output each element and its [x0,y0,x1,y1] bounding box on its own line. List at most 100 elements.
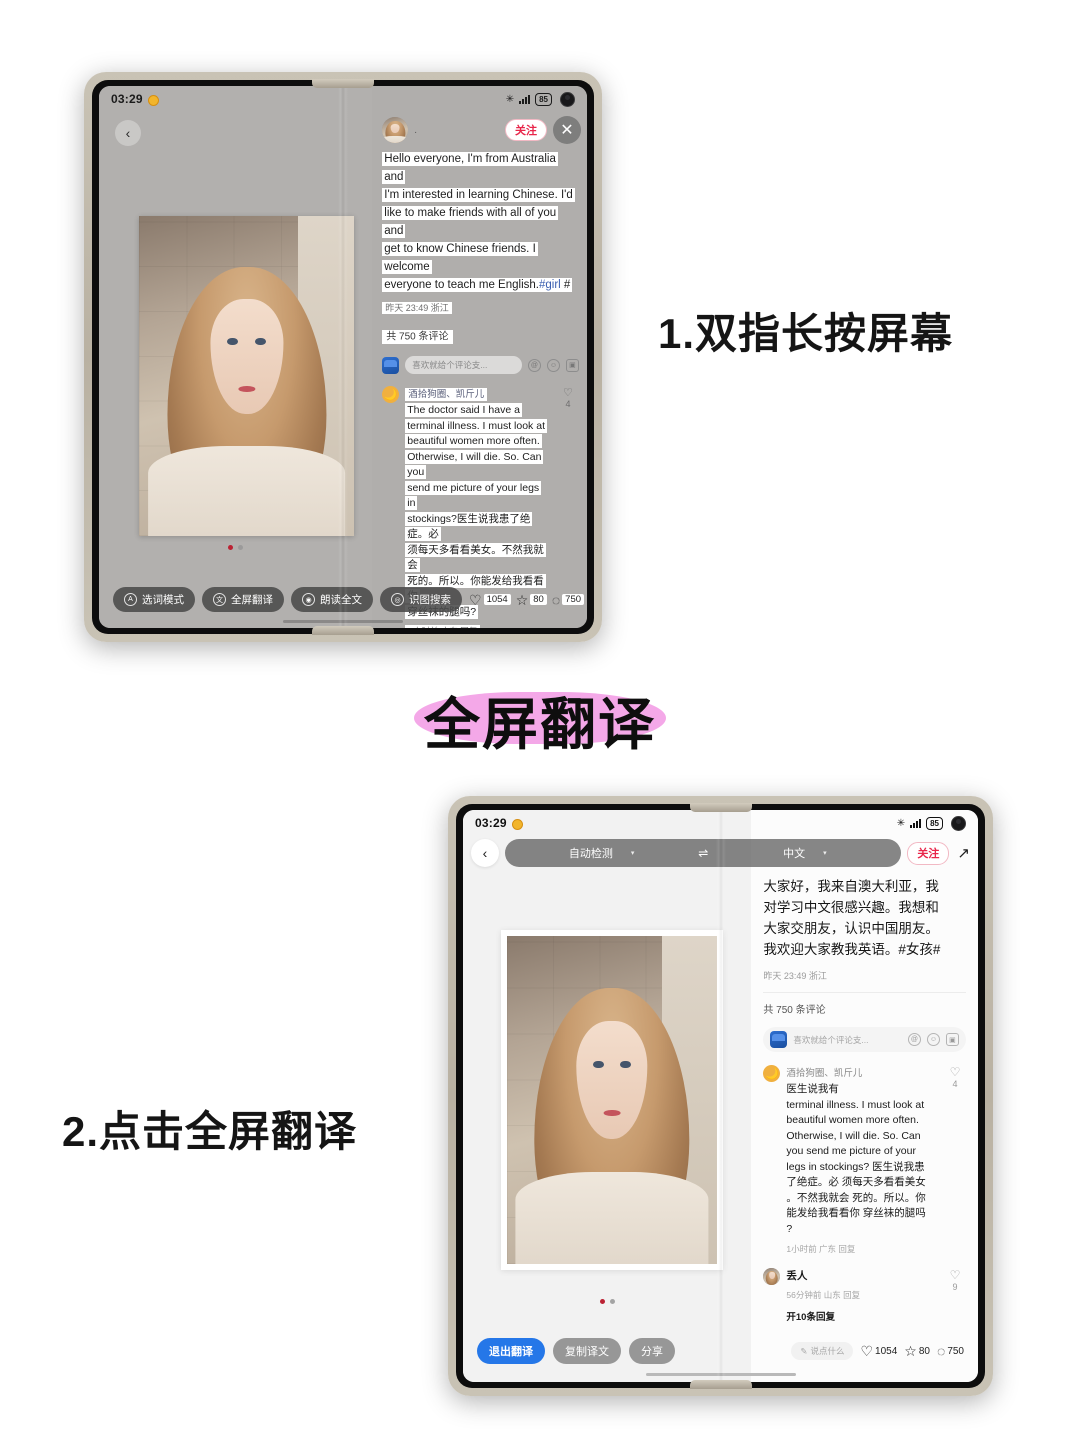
input-icon-group: @ ☺ ▣ [907,1033,959,1046]
comment-input[interactable]: 喜欢就给个评论支... [793,1034,902,1046]
page-dot[interactable] [238,545,244,550]
emoji-icon[interactable]: ☺ [546,358,560,372]
tool-label: 识图搜索 [409,594,451,606]
status-bar: 03:29 ✳ 85 [463,810,978,836]
device1-right-pane: . 关注 ✕ Hello everyone, I'm from Australi… [372,86,587,628]
comment-stat[interactable]: ◌ 750 [552,593,585,607]
device1-screen: 03:29 ✳ 85 ‹ . 关注 ✕ Hello everyone, I'm … [99,86,587,628]
comment-input-row[interactable]: 喜欢就给个评论支... @ ☺ ▣ [763,1027,966,1052]
commenter-name: 丢人 [786,1270,808,1282]
hinge-top [689,803,752,812]
comment-meta: 1小时前 广东 回复 [405,625,551,628]
like-count: 4 [952,1079,958,1089]
battery-badge: 85 [926,816,943,830]
comment-lead: 医生说我有 [786,1083,839,1095]
expand-replies-button[interactable]: 开10条回复 [786,1309,966,1323]
post-body: 大家好，我来自澳大利亚，我 对学习中文很感兴趣。我想和 大家交朋友，认识中国朋友… [763,876,966,1323]
back-button[interactable]: ‹ [115,120,141,146]
page-dot-active[interactable] [599,1299,605,1304]
source-language-dropdown[interactable]: 自动检测 ▾ [509,845,694,861]
like-stat[interactable]: ♡ 1054 [469,593,511,607]
comment-line: send me picture of your legs in [405,480,542,510]
hashtag[interactable]: #girl [539,279,561,291]
at-icon[interactable]: @ [527,358,541,372]
author-avatar[interactable] [382,117,409,143]
comment-line: 须每天多看看美女。不然我就会 [405,542,546,572]
post-line: Hello everyone, I'm from Australia and [382,152,558,184]
camera-search-icon: ◎ [391,593,404,606]
at-icon[interactable]: @ [907,1033,921,1046]
say-placeholder: 说点什么 [810,1346,845,1356]
say-something-input[interactable]: ✎ 说点什么 [791,1342,854,1360]
share-icon[interactable]: ↗ [955,844,972,862]
device2-right-pane: 大家好，我来自澳大利亚，我 对学习中文很感兴趣。我想和 大家交朋友，认识中国朋友… [751,810,978,1382]
post-line: get to know Chinese friends. I welcome [382,242,538,274]
follow-button[interactable]: 关注 [907,841,950,865]
comment-line: 了绝症。必 须每天多看看美女 [786,1176,926,1188]
commenter-avatar[interactable] [763,1268,781,1285]
swap-languages-icon[interactable]: ⇌ [694,846,712,860]
comment-text: 医生说我有 terminal illness. I must look at b… [786,1082,938,1237]
commenter-name: 酒拾狗圈、凯斤儿 [405,386,551,401]
comment-like[interactable]: ♡ 4 [944,1065,966,1255]
like-stat[interactable]: ♡ 1054 [860,1344,897,1358]
image-icon[interactable]: ▣ [565,358,579,372]
chevron-down-icon: ▾ [630,850,635,857]
follow-button[interactable]: 关注 [504,119,547,141]
copy-translation-button[interactable]: 复制译文 [553,1338,621,1364]
page-dot[interactable] [609,1299,615,1304]
post-header: . 关注 ✕ [382,116,581,144]
portrait-image [507,936,717,1264]
tool-fullscreen-translate[interactable]: 文 全屏翻译 [202,587,284,612]
star-stat[interactable]: ☆ 80 [904,1344,930,1358]
tool-word-select[interactable]: A 选词模式 [113,587,195,612]
emoji-icon[interactable]: ☺ [926,1033,940,1046]
star-stat[interactable]: ☆ 80 [516,593,547,607]
tool-read-aloud[interactable]: ◉ 朗读全文 [291,587,373,612]
device1-left-pane: ‹ [99,86,373,628]
back-button[interactable]: ‹ [471,839,499,867]
comment-line: ? [786,1222,793,1235]
comment-meta-text: 1小时前 广东 回复 [405,625,481,628]
post-line: I'm interested in learning Chinese. I'd [382,188,575,202]
post-photo[interactable] [501,930,723,1270]
hinge-bottom [689,1380,752,1389]
language-selector: 自动检测 ▾ ⇌ 中文 ▾ [505,839,902,867]
hinge-bottom [312,626,374,635]
commenter-avatar[interactable]: 🌙 [382,386,400,403]
signal-icon [519,94,531,104]
post-photo[interactable] [139,216,354,536]
close-icon[interactable]: ✕ [552,116,581,144]
home-indicator[interactable] [645,1373,796,1376]
comment-content: 酒拾狗圈、凯斤儿 医生说我有 terminal illness. I must … [786,1065,938,1255]
exit-translate-button[interactable]: 退出翻译 [477,1338,545,1364]
tool-image-search[interactable]: ◎ 识图搜索 [380,587,462,612]
comment-line: Otherwise, I will die. So. Can [786,1129,921,1142]
share-button[interactable]: 分享 [629,1338,675,1364]
target-language-dropdown[interactable]: 中文 ▾ [712,845,897,861]
my-avatar-icon [770,1031,788,1048]
comment-input[interactable]: 喜欢就给个评论支... [405,356,522,374]
star-icon: ☆ [515,591,529,608]
comment-stat[interactable]: ◌ 750 [937,1344,964,1358]
translate-icon: 文 [213,593,226,606]
page-dot-active[interactable] [228,545,234,550]
status-time: 03:29 [475,816,507,830]
photo-page-dots [99,545,372,550]
like-count: 1054 [875,1345,898,1357]
commenter-name: 酒拾狗圈、凯斤儿 [786,1068,863,1079]
device2-left-pane [463,810,752,1382]
comment-bubble-icon: ◌ [936,1343,946,1359]
home-indicator[interactable] [283,620,403,623]
like-count: 9 [952,1282,958,1292]
commenter-avatar[interactable]: 🌙 [763,1065,781,1082]
comment-input-row[interactable]: 喜欢就给个评论支... @ ☺ ▣ [382,356,579,374]
banner-title: 全屏翻译 [424,693,656,756]
heart-icon: ♡ [860,1343,874,1359]
pencil-icon: ✎ [800,1345,808,1356]
comment-like[interactable]: ♡ 9 [944,1268,966,1301]
post-stats: ♡ 1054 ☆ 80 ◌ 750 [469,593,585,607]
image-icon[interactable]: ▣ [945,1033,959,1046]
post-body: Hello everyone, I'm from Australia and I… [382,150,579,628]
status-right: ✳ 85 [897,815,966,831]
